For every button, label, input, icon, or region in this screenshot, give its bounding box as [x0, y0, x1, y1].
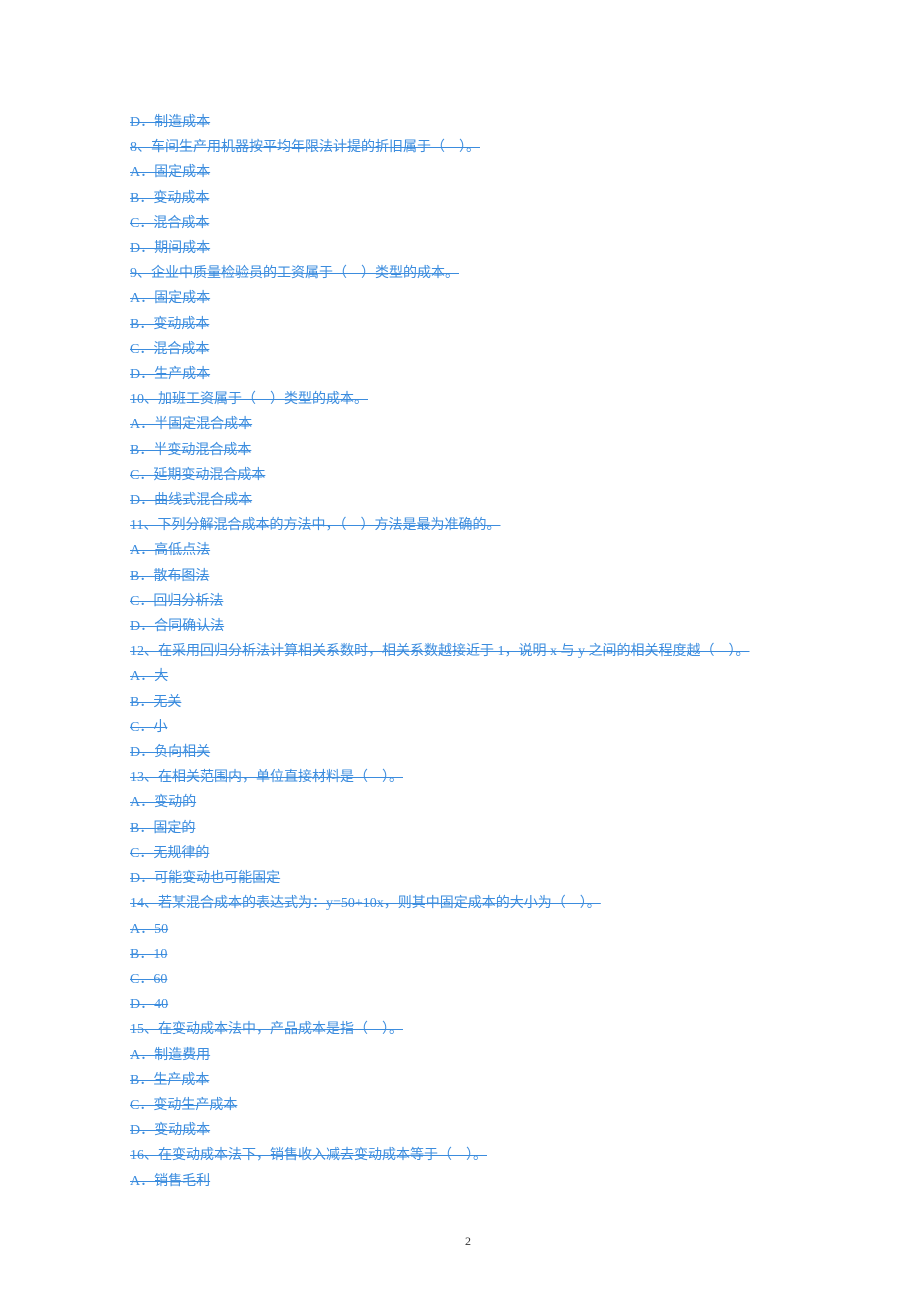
text-line: 9、企业中质量检验员的工资属于（ ）类型的成本。	[130, 261, 806, 286]
page-number: 2	[130, 1234, 806, 1249]
text-line: D．可能变动也可能固定	[130, 866, 806, 891]
text-line: B．10	[130, 942, 806, 967]
text-line: A．50	[130, 917, 806, 942]
text-line: D．期间成本	[130, 236, 806, 261]
text-line: D．负向相关	[130, 740, 806, 765]
text-line: 8、车间生产用机器按平均年限法计提的折旧属于（ ）。	[130, 135, 806, 160]
text-line: B．变动成本	[130, 186, 806, 211]
text-line: D．生产成本	[130, 362, 806, 387]
text-line: C．无规律的	[130, 841, 806, 866]
text-line: 11、下列分解混合成本的方法中，（ ）方法是最为准确的。	[130, 513, 806, 538]
text-line: C．混合成本	[130, 337, 806, 362]
text-line: B．变动成本	[130, 312, 806, 337]
text-line: 10、加班工资属于（ ）类型的成本。	[130, 387, 806, 412]
text-line: 16、在变动成本法下，销售收入减去变动成本等于（ ）。	[130, 1143, 806, 1168]
text-line: A．固定成本	[130, 286, 806, 311]
text-line: C．回归分析法	[130, 589, 806, 614]
text-line: D．曲线式混合成本	[130, 488, 806, 513]
text-line: 14、若某混合成本的表达式为：y=50+10x，则其中固定成本的大小为（ ）。	[130, 891, 806, 916]
text-line: B．散布图法	[130, 564, 806, 589]
text-line: D．变动成本	[130, 1118, 806, 1143]
text-line: B．半变动混合成本	[130, 438, 806, 463]
text-line: C．小	[130, 715, 806, 740]
text-line: A．高低点法	[130, 538, 806, 563]
text-line: A．制造费用	[130, 1043, 806, 1068]
text-line: A．固定成本	[130, 160, 806, 185]
text-line: A．大	[130, 664, 806, 689]
text-line: B．无关	[130, 690, 806, 715]
text-line: 15、在变动成本法中，产品成本是指（ ）。	[130, 1017, 806, 1042]
text-line: 12、在采用回归分析法计算相关系数时，相关系数越接近于 1，说明 x 与 y 之…	[130, 639, 806, 664]
content-body: D．制造成本 8、车间生产用机器按平均年限法计提的折旧属于（ ）。 A．固定成本…	[130, 110, 806, 1194]
text-line: 13、在相关范围内，单位直接材料是（ ）。	[130, 765, 806, 790]
text-line: D．40	[130, 992, 806, 1017]
text-line: D．合同确认法	[130, 614, 806, 639]
text-line: C．变动生产成本	[130, 1093, 806, 1118]
text-line: C．延期变动混合成本	[130, 463, 806, 488]
text-line: A．变动的	[130, 790, 806, 815]
text-line: A．销售毛利	[130, 1169, 806, 1194]
text-line: B．生产成本	[130, 1068, 806, 1093]
text-line: B．固定的	[130, 816, 806, 841]
text-line: C．混合成本	[130, 211, 806, 236]
text-line: A．半固定混合成本	[130, 412, 806, 437]
text-line: D．制造成本	[130, 110, 806, 135]
document-page: D．制造成本 8、车间生产用机器按平均年限法计提的折旧属于（ ）。 A．固定成本…	[0, 0, 920, 1309]
text-line: C．60	[130, 967, 806, 992]
